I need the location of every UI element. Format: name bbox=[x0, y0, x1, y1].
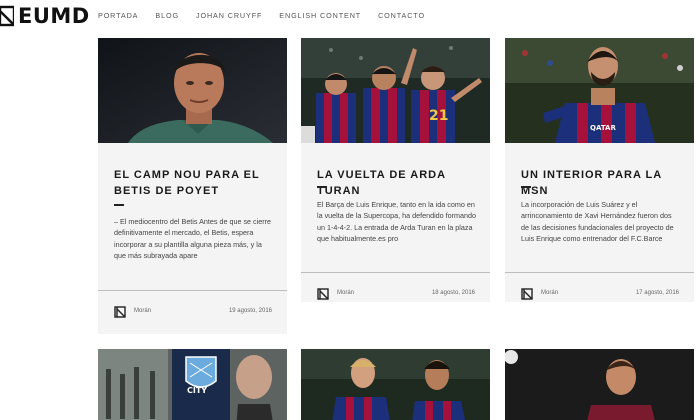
post-date: 18 agosto, 2016 bbox=[431, 290, 475, 296]
post-author[interactable]: Morán bbox=[134, 308, 151, 314]
post-excerpt: La incorporación de Luis Suárez y el arr… bbox=[521, 200, 674, 244]
post-date: 19 agosto, 2016 bbox=[228, 308, 272, 314]
nav-item-contacto[interactable]: CONTACTO bbox=[378, 11, 425, 20]
shirt-number: 21 bbox=[429, 108, 448, 124]
post-image[interactable]: QATAR bbox=[505, 38, 694, 143]
post-date: 17 agosto, 2016 bbox=[635, 290, 679, 296]
card-divider bbox=[505, 272, 694, 273]
post-excerpt: El Barça de Luis Enrique, tanto en la id… bbox=[317, 200, 477, 244]
crest-text: CITY bbox=[187, 386, 207, 395]
post-author[interactable]: Morán bbox=[337, 290, 354, 296]
title-divider bbox=[521, 186, 531, 188]
site-logo[interactable]: EUMD bbox=[0, 4, 90, 28]
post-image[interactable] bbox=[505, 349, 694, 420]
nav-item-english-content[interactable]: ENGLISH CONTENT bbox=[279, 11, 361, 20]
author-logo-icon bbox=[114, 305, 126, 318]
post-image[interactable] bbox=[301, 349, 490, 420]
post-author[interactable]: Morán bbox=[541, 290, 558, 296]
author-logo-icon bbox=[521, 287, 533, 300]
title-divider bbox=[317, 186, 327, 188]
post-card[interactable]: QATAR UN INTERIOR PARA LA MSN La incorpo… bbox=[505, 38, 694, 302]
nav-item-portada[interactable]: PORTADA bbox=[98, 11, 138, 20]
card-divider bbox=[301, 272, 490, 273]
post-title[interactable]: EL CAMP NOU PARA EL BETIS DE POYET bbox=[114, 167, 279, 199]
post-title[interactable]: LA VUELTA DE ARDA TURAN bbox=[317, 167, 482, 199]
main-nav: PORTADA BLOG JOHAN CRUYFF ENGLISH CONTEN… bbox=[98, 11, 442, 20]
post-image[interactable]: CITY bbox=[98, 349, 287, 420]
nav-item-blog[interactable]: BLOG bbox=[155, 11, 179, 20]
author-logo-icon bbox=[317, 287, 329, 300]
post-card[interactable]: EL CAMP NOU PARA EL BETIS DE POYET – El … bbox=[98, 38, 287, 334]
card-divider bbox=[98, 290, 287, 291]
post-title[interactable]: UN INTERIOR PARA LA MSN bbox=[521, 167, 686, 199]
shirt-sponsor: QATAR bbox=[590, 124, 616, 132]
post-card[interactable]: 21 LA VUELTA DE ARDA TURAN El Barça de L… bbox=[301, 38, 490, 302]
post-excerpt: – El mediocentro del Betis Antes de que … bbox=[114, 217, 272, 261]
nav-item-johan-cruyff[interactable]: JOHAN CRUYFF bbox=[196, 11, 262, 20]
logo-icon bbox=[0, 5, 14, 27]
post-image[interactable]: 21 bbox=[301, 38, 490, 143]
logo-text: EUMD bbox=[18, 4, 90, 28]
site-header: EUMD PORTADA BLOG JOHAN CRUYFF ENGLISH C… bbox=[0, 0, 700, 32]
title-divider bbox=[114, 204, 124, 206]
post-image[interactable] bbox=[98, 38, 287, 143]
